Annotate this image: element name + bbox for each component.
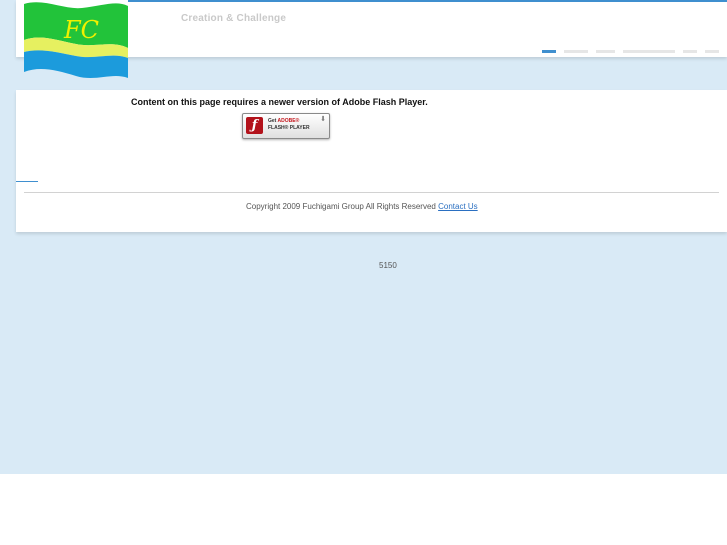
footer-divider [24,192,719,193]
nav-bar-4[interactable] [623,50,675,53]
nav-bar-1[interactable] [542,50,556,53]
nav-bar-6[interactable] [705,50,719,53]
flash-button-player: FLASH® PLAYER [268,125,310,131]
download-arrow-icon: ⬇ [320,116,326,123]
site-tagline: Creation & Challenge [181,13,287,24]
flash-button-adobe: ADOBE® [277,118,300,124]
main-content: Content on this page requires a newer ve… [16,90,727,232]
nav-bar-2[interactable] [564,50,588,53]
contact-us-link[interactable]: Contact Us [438,202,478,211]
content-accent-line [16,181,38,182]
nav-bar-5[interactable] [683,50,697,53]
flash-required-message: Content on this page requires a newer ve… [131,97,428,107]
copyright-label: Copyright 2009 Fuchigami Group All Right… [246,202,439,211]
copyright-text: Copyright 2009 Fuchigami Group All Right… [246,202,478,211]
flash-button-get: Get [268,118,278,124]
header-accent-line [128,0,727,2]
site-logo[interactable]: FC [24,0,128,80]
logo-text: FC [63,16,99,44]
visit-counter: 5150 [379,261,397,270]
flash-icon: ƒ [246,117,263,134]
get-flash-player-button[interactable]: ƒ Get ADOBE® FLASH® PLAYER ⬇ [242,113,330,139]
site-header: FC Creation & Challenge [16,0,727,78]
nav-bar-3[interactable] [596,50,615,53]
